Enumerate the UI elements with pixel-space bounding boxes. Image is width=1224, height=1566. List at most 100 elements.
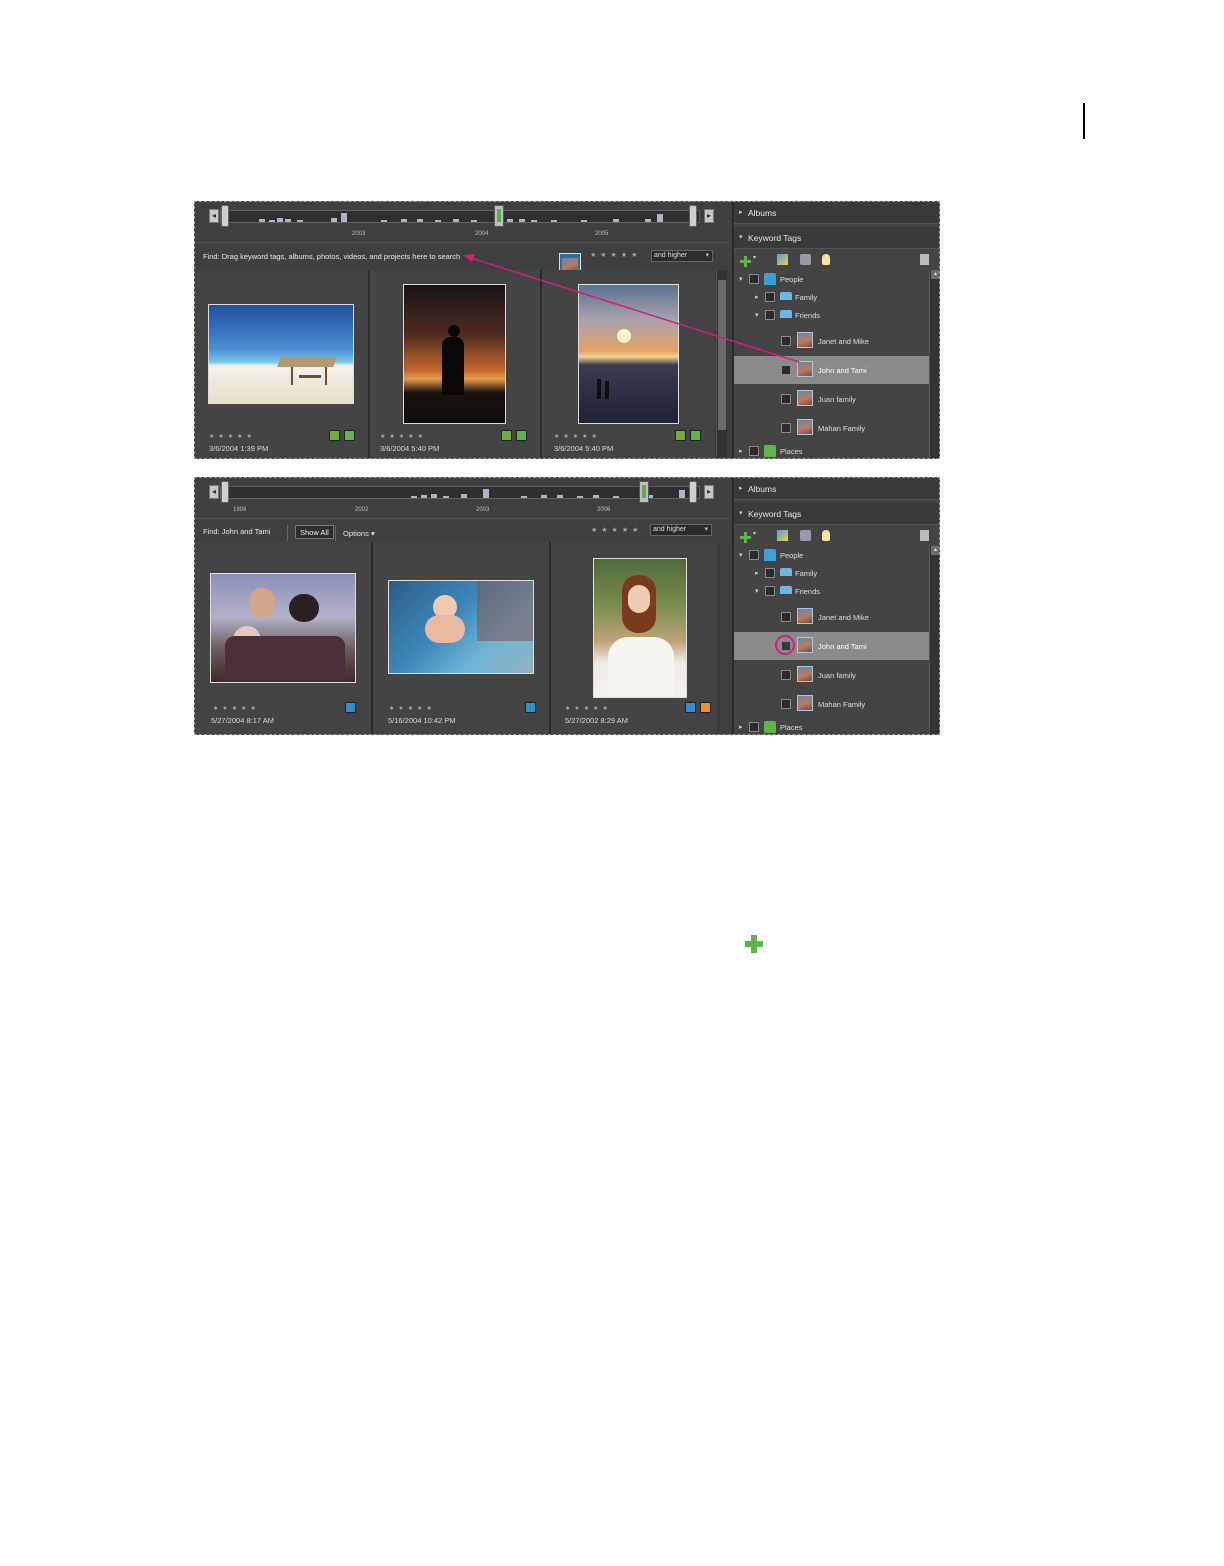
edit-tag-icon[interactable]	[777, 530, 788, 541]
tag-tree-scrollbar[interactable]: ▴	[929, 270, 939, 458]
photo-thumbnail[interactable]	[593, 558, 687, 698]
photo-grid-scrollbar[interactable]	[716, 270, 727, 458]
tag-checkbox[interactable]	[749, 446, 759, 456]
tag-subcategory-friends[interactable]: ▾ Friends	[734, 306, 929, 326]
photo-thumbnail[interactable]	[403, 284, 506, 424]
tag-checkbox[interactable]	[781, 394, 791, 404]
timeline-position-slider[interactable]	[639, 481, 649, 503]
tag-juan-family[interactable]: Juan family	[734, 661, 929, 689]
timeline-year-label: 2002	[355, 507, 369, 513]
photo-date: 5/16/2004 10:42 PM	[388, 716, 456, 725]
timeline-right-arrow[interactable]: ▸	[704, 485, 714, 499]
photo-thumbnail[interactable]	[578, 284, 679, 424]
places-category-icon	[764, 721, 776, 733]
tag-category-places[interactable]: ▸ Places	[734, 718, 929, 734]
photo-cell[interactable]: ★★★★★ 5/16/2004 10:42 PM	[373, 542, 549, 734]
tag-lock-icon[interactable]	[800, 530, 811, 541]
tag-checkbox[interactable]	[765, 292, 775, 302]
tag-checkbox[interactable]	[781, 670, 791, 680]
photo-thumbnail[interactable]	[388, 580, 534, 674]
photo-date: 3/6/2004 5:40 PM	[380, 444, 440, 453]
photo-thumbnail[interactable]	[208, 304, 354, 404]
find-bar[interactable]: Find: Drag keyword tags, albums, photos,…	[195, 242, 730, 289]
tag-thumbnail	[797, 390, 813, 406]
lightbulb-icon[interactable]	[822, 530, 830, 541]
rating-filter-dropdown[interactable]: and higher	[650, 524, 712, 536]
tag-tree-scrollbar[interactable]: ▴	[929, 546, 939, 734]
photo-rating-stars[interactable]: ★★★★★	[213, 705, 260, 712]
timeline-start-marker[interactable]	[221, 481, 229, 503]
keyword-tags-panel-header[interactable]: Keyword Tags	[734, 503, 939, 525]
tag-checkbox[interactable]	[781, 699, 791, 709]
albums-panel-header[interactable]: Albums	[734, 478, 939, 500]
photo-cell[interactable]: ★★★★★ 5/27/2004 8:17 AM	[195, 542, 371, 734]
rating-filter-stars[interactable]: ★★★★★	[591, 526, 642, 534]
tag-checkbox[interactable]	[749, 722, 759, 732]
photo-rating-stars[interactable]: ★★★★★	[389, 705, 436, 712]
lightbulb-icon[interactable]	[822, 254, 830, 265]
find-bar[interactable]: Find: John and Tami Show All Options ▾ ★…	[195, 518, 730, 543]
tag-mahan-family[interactable]: Mahan Family	[734, 414, 929, 442]
photo-rating-stars[interactable]: ★★★★★	[209, 433, 256, 440]
timeline-track[interactable]	[220, 210, 700, 223]
chevron-down-icon[interactable]: ▾	[753, 530, 764, 541]
tag-john-and-tami[interactable]: John and Tami	[734, 632, 929, 660]
timeline-start-marker[interactable]	[221, 205, 229, 227]
tag-subcategory-family[interactable]: ▸ Family	[734, 564, 929, 584]
highlight-circle	[775, 635, 795, 655]
rating-filter-stars[interactable]: ★★★★★	[590, 251, 641, 259]
timeline-track[interactable]	[220, 486, 700, 499]
photo-cell[interactable]: ★★★★★ 3/6/2004 1:39 PM	[195, 270, 368, 458]
trash-icon[interactable]	[920, 254, 929, 265]
tag-category-people[interactable]: ▾ People	[734, 270, 929, 290]
tag-mahan-family[interactable]: Mahan Family	[734, 690, 929, 718]
chevron-down-icon[interactable]: ▾	[753, 254, 764, 265]
rating-filter-dropdown[interactable]: and higher	[651, 250, 713, 262]
edit-tag-icon[interactable]	[777, 254, 788, 265]
tag-lock-icon[interactable]	[800, 254, 811, 265]
people-tag-badge-icon	[685, 702, 696, 713]
tag-checkbox[interactable]	[781, 612, 791, 622]
tag-category-places[interactable]: ▸ Places	[734, 442, 929, 458]
timeline-position-slider[interactable]	[494, 205, 504, 227]
album-badge-icon	[501, 430, 512, 441]
plus-icon[interactable]	[740, 254, 751, 267]
tag-checkbox[interactable]	[765, 310, 775, 320]
tag-checkbox[interactable]	[749, 550, 759, 560]
plus-icon[interactable]	[740, 530, 751, 543]
timeline-end-marker[interactable]	[689, 481, 697, 503]
tag-john-and-tami[interactable]: John and Tami	[734, 356, 929, 384]
timeline-end-marker[interactable]	[689, 205, 697, 227]
photo-rating-stars[interactable]: ★★★★★	[554, 433, 601, 440]
timeline-left-arrow[interactable]: ◂	[209, 209, 219, 223]
tag-checkbox[interactable]	[765, 568, 775, 578]
album-badge-icon	[329, 430, 340, 441]
photo-cell[interactable]: ★★★★★ 3/6/2004 5:40 PM	[370, 270, 540, 458]
tag-category-people[interactable]: ▾ People	[734, 546, 929, 566]
tag-janet-and-mike[interactable]: Janet and Mike	[734, 603, 929, 631]
tag-subcategory-family[interactable]: ▸ Family	[734, 288, 929, 308]
photo-rating-stars[interactable]: ★★★★★	[565, 705, 612, 712]
tag-janet-and-mike[interactable]: Janet and Mike	[734, 327, 929, 355]
photo-cell[interactable]: ★★★★★ 5/27/2002 8:29 AM	[551, 542, 717, 734]
tag-subcategory-friends[interactable]: ▾ Friends	[734, 582, 929, 602]
tag-checkbox[interactable]	[765, 586, 775, 596]
trash-icon[interactable]	[920, 530, 929, 541]
albums-panel-header[interactable]: Albums	[734, 202, 939, 224]
tag-checkbox[interactable]	[781, 423, 791, 433]
show-all-button[interactable]: Show All	[295, 525, 334, 539]
keyword-tags-panel-header[interactable]: Keyword Tags	[734, 227, 939, 249]
timeline-year-label: 1999	[233, 507, 247, 513]
timeline-left-arrow[interactable]: ◂	[209, 485, 219, 499]
options-menu[interactable]: Options ▾	[343, 529, 375, 538]
timeline-right-arrow[interactable]: ▸	[704, 209, 714, 223]
timeline[interactable]: ◂ ▸ 2003 2004 2005	[195, 202, 730, 242]
tag-checkbox[interactable]	[749, 274, 759, 284]
photo-rating-stars[interactable]: ★★★★★	[380, 433, 427, 440]
tag-checkbox[interactable]	[781, 365, 791, 375]
timeline[interactable]: ◂ ▸ 1999 2002 2003 2006	[195, 478, 730, 518]
tag-juan-family[interactable]: Juan family	[734, 385, 929, 413]
photo-thumbnail[interactable]	[210, 573, 356, 683]
photo-cell[interactable]: ★★★★★ 3/6/2004 5:40 PM	[542, 270, 714, 458]
tag-checkbox[interactable]	[781, 336, 791, 346]
